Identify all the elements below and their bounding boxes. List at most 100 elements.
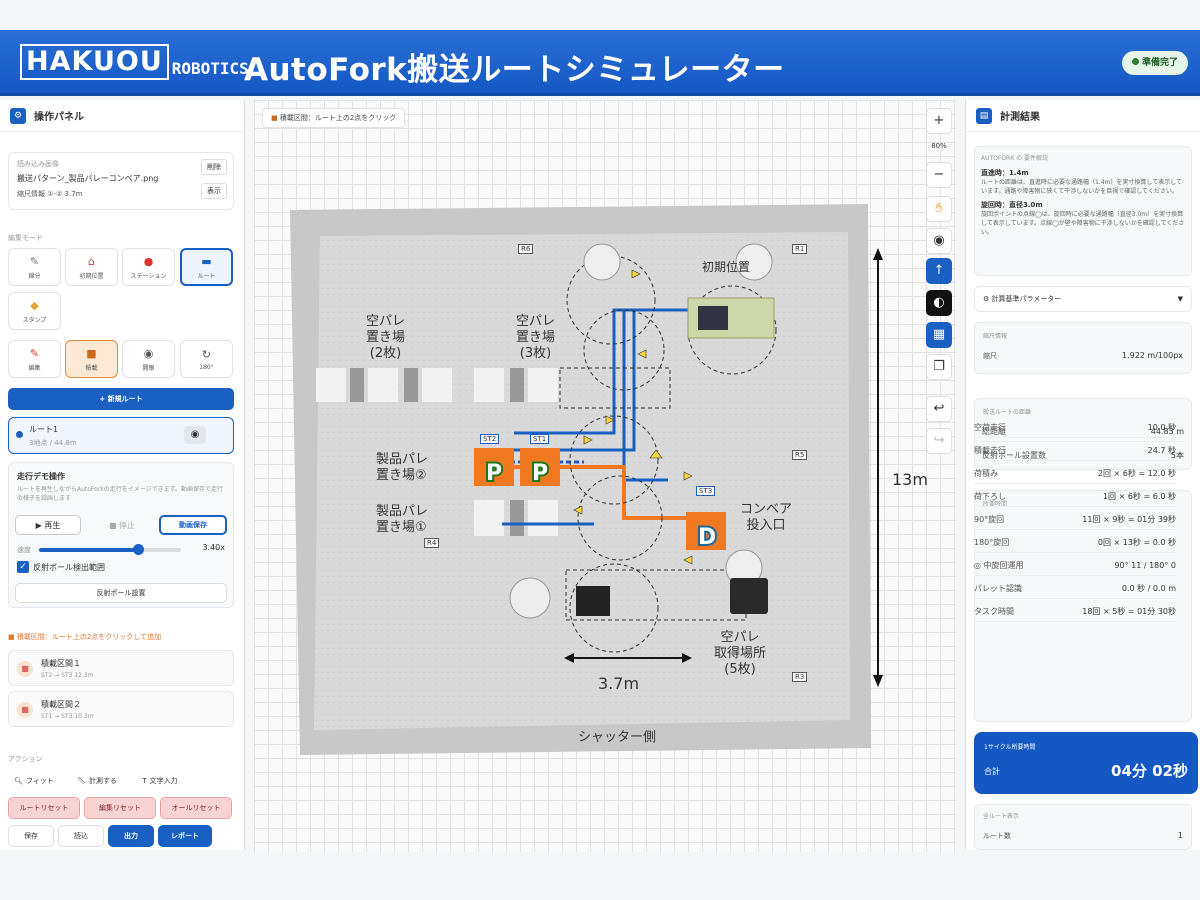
- stamp-icon: ◆: [30, 298, 39, 312]
- pole-tag[interactable]: R4: [424, 538, 440, 548]
- box-icon: ■: [17, 661, 33, 677]
- tool-view[interactable]: ◉ 開眼: [122, 340, 175, 378]
- pole-range-checkbox[interactable]: ✓: [17, 561, 29, 573]
- tool-route[interactable]: ▬ ルート: [180, 248, 233, 286]
- box-icon: ■: [17, 702, 33, 718]
- file-name: 搬送パターン_製品パレーコンベア.png: [17, 174, 159, 183]
- chart-icon: ▤: [976, 107, 992, 124]
- search-icon: 🔍︎: [14, 777, 23, 785]
- north-arrow-icon[interactable]: ↑: [926, 258, 952, 284]
- measure-button[interactable]: 📏︎ 計測する: [66, 771, 128, 791]
- box-icon: ■: [8, 633, 17, 641]
- new-route-button[interactable]: + 新規ルート: [8, 388, 234, 410]
- time-row: ◎ 中旋回運用 90° 11 / 180° 0: [974, 556, 1176, 576]
- route-icon: ▬: [201, 254, 212, 268]
- empty-pallet-stack: [730, 578, 768, 614]
- fit-button[interactable]: 🔍︎ フィット: [8, 771, 60, 791]
- eye-icon[interactable]: ◉: [184, 426, 206, 444]
- svg-text:P: P: [486, 461, 502, 486]
- pin-icon: ●: [143, 254, 154, 268]
- scale-info: 縮尺情報 ①-② 3.7m: [17, 190, 83, 198]
- tool-rotate[interactable]: ↻ 180°: [180, 340, 233, 378]
- pole-tag[interactable]: R6: [518, 244, 534, 254]
- label-empty-get: 空パレ 取得場所 (5枚): [714, 630, 767, 677]
- empty-pallet-row: [316, 368, 558, 402]
- time-row: 180°旋回 0回 × 13秒 = 0.0 秒: [974, 533, 1176, 553]
- zoom-level: 80%: [931, 142, 947, 150]
- load-section-item[interactable]: ■ 積載区間２ ST1 → ST3 10.3m: [8, 691, 234, 727]
- loaded-file-card: 読み込み画像 搬送パターン_製品パレーコンベア.png 縮尺情報 ①-② 3.7…: [8, 152, 234, 210]
- route-item[interactable]: ルート1 3地点 / 44.8m ◉: [8, 417, 234, 454]
- delete-button[interactable]: 削除: [201, 159, 227, 175]
- zoom-out-button[interactable]: −: [926, 162, 952, 188]
- save-button[interactable]: 保存: [8, 825, 54, 847]
- tool-edit[interactable]: ✎ 編集: [8, 340, 61, 378]
- box-icon: ■: [86, 346, 97, 360]
- all-reset-button[interactable]: オールリセット: [160, 797, 232, 819]
- layer-icon[interactable]: ❐: [926, 354, 952, 380]
- label-initial: 初期位置: [702, 260, 751, 274]
- rotate-icon: ↻: [201, 347, 212, 361]
- control-panel-header: ⚙ 操作パネル: [0, 100, 244, 132]
- speed-slider-knob[interactable]: [133, 544, 145, 555]
- label-dim-h: 3.7m: [598, 674, 640, 693]
- tool-stamp[interactable]: ◆ スタンプ: [8, 292, 61, 330]
- app-title: AutoFork搬送ルートシミュレーター: [244, 52, 785, 88]
- zoom-in-button[interactable]: +: [926, 108, 952, 134]
- app-header: HAKUOU ROBOTICS AutoFork搬送ルートシミュレーター 準備完…: [0, 30, 1200, 96]
- load-hint: ■ 積載区間：ルート上の2点をクリックして追加: [8, 633, 162, 641]
- chevron-down-icon: ▼: [1177, 295, 1183, 303]
- tool-initial[interactable]: ⌂ 初期位置: [65, 248, 118, 286]
- pole-setup-button[interactable]: 反射ポール設置: [15, 583, 227, 603]
- stop-button[interactable]: ■ 停止: [89, 515, 155, 535]
- report-button[interactable]: レポート: [158, 825, 212, 847]
- pole-tag[interactable]: R3: [792, 672, 808, 682]
- speed-slider-fill: [39, 548, 139, 552]
- load-button[interactable]: 読込: [58, 825, 104, 847]
- output-button[interactable]: 出力: [108, 825, 154, 847]
- params-dropdown[interactable]: ⚙ 計算基準パラメーター ▼: [974, 286, 1192, 312]
- total-time-card: 1サイクル所要時間 合計 04分 02秒: [974, 732, 1198, 794]
- route-reset-button[interactable]: ルートリセット: [8, 797, 80, 819]
- results-header: ▤ 計測結果: [966, 100, 1200, 132]
- edit-reset-button[interactable]: 編集リセット: [84, 797, 156, 819]
- tool-station[interactable]: ● ステーション: [122, 248, 175, 286]
- redo-icon[interactable]: ↪: [926, 428, 952, 454]
- label-shutter: シャッター側: [578, 730, 657, 745]
- home-icon: ⌂: [88, 254, 95, 268]
- show-button[interactable]: 表示: [201, 183, 227, 199]
- forklift-icon: [576, 586, 610, 616]
- eye-icon[interactable]: ◉: [926, 228, 952, 254]
- tool-load[interactable]: ■ 積載: [65, 340, 118, 378]
- total-time: 04分 02秒: [1111, 762, 1188, 780]
- svg-text:P: P: [532, 461, 548, 486]
- label-product-pallet-2: 製品パレ 置き場②: [376, 452, 429, 483]
- video-save-button[interactable]: 動画保存: [159, 515, 227, 535]
- contrast-icon[interactable]: ◐: [926, 290, 952, 316]
- speed-slider[interactable]: [39, 544, 181, 555]
- station-tag[interactable]: ST2: [480, 434, 500, 444]
- pole-tag[interactable]: R5: [792, 450, 808, 460]
- load-section-item[interactable]: ■ 積載区間１ ST2 → ST3 12.3m: [8, 650, 234, 686]
- tool-line[interactable]: ✎ 線分: [8, 248, 61, 286]
- label-dim-v: 13m: [892, 470, 928, 489]
- status-dot-icon: [1131, 58, 1139, 65]
- pole-tag[interactable]: R1: [792, 244, 808, 254]
- hakuou-logo: HAKUOU ROBOTICS: [20, 44, 249, 80]
- station-tag[interactable]: ST3: [696, 486, 716, 496]
- map-canvas[interactable]: ■ 積載区間：ルート上の2点をクリック P P D 空パレ 置き場 (2枚) 空…: [254, 100, 956, 852]
- station-tag[interactable]: ST1: [530, 434, 550, 444]
- time-row: パレット認識 0.0 秒 / 0.0 m: [974, 579, 1176, 599]
- text-input-button[interactable]: T 文字入力: [132, 771, 188, 791]
- grid-icon[interactable]: ▦: [926, 322, 952, 348]
- undo-icon[interactable]: ↩: [926, 396, 952, 422]
- time-row: タスク時間 18回 × 5秒 = 01分 30秒: [974, 602, 1176, 622]
- time-row: 空荷走行 10.0 秒: [974, 418, 1176, 438]
- play-button[interactable]: ▶ 再生: [15, 515, 81, 535]
- eye-icon: ◉: [143, 346, 154, 360]
- route-info-section: 全ルート表示 ルート数 1: [974, 804, 1192, 850]
- route-color-dot: [16, 431, 23, 438]
- label-empty-pallet-3: 空パレ 置き場 (3枚): [516, 314, 556, 361]
- svg-text:D: D: [698, 525, 716, 550]
- pan-hand-icon[interactable]: ✋︎: [926, 196, 952, 222]
